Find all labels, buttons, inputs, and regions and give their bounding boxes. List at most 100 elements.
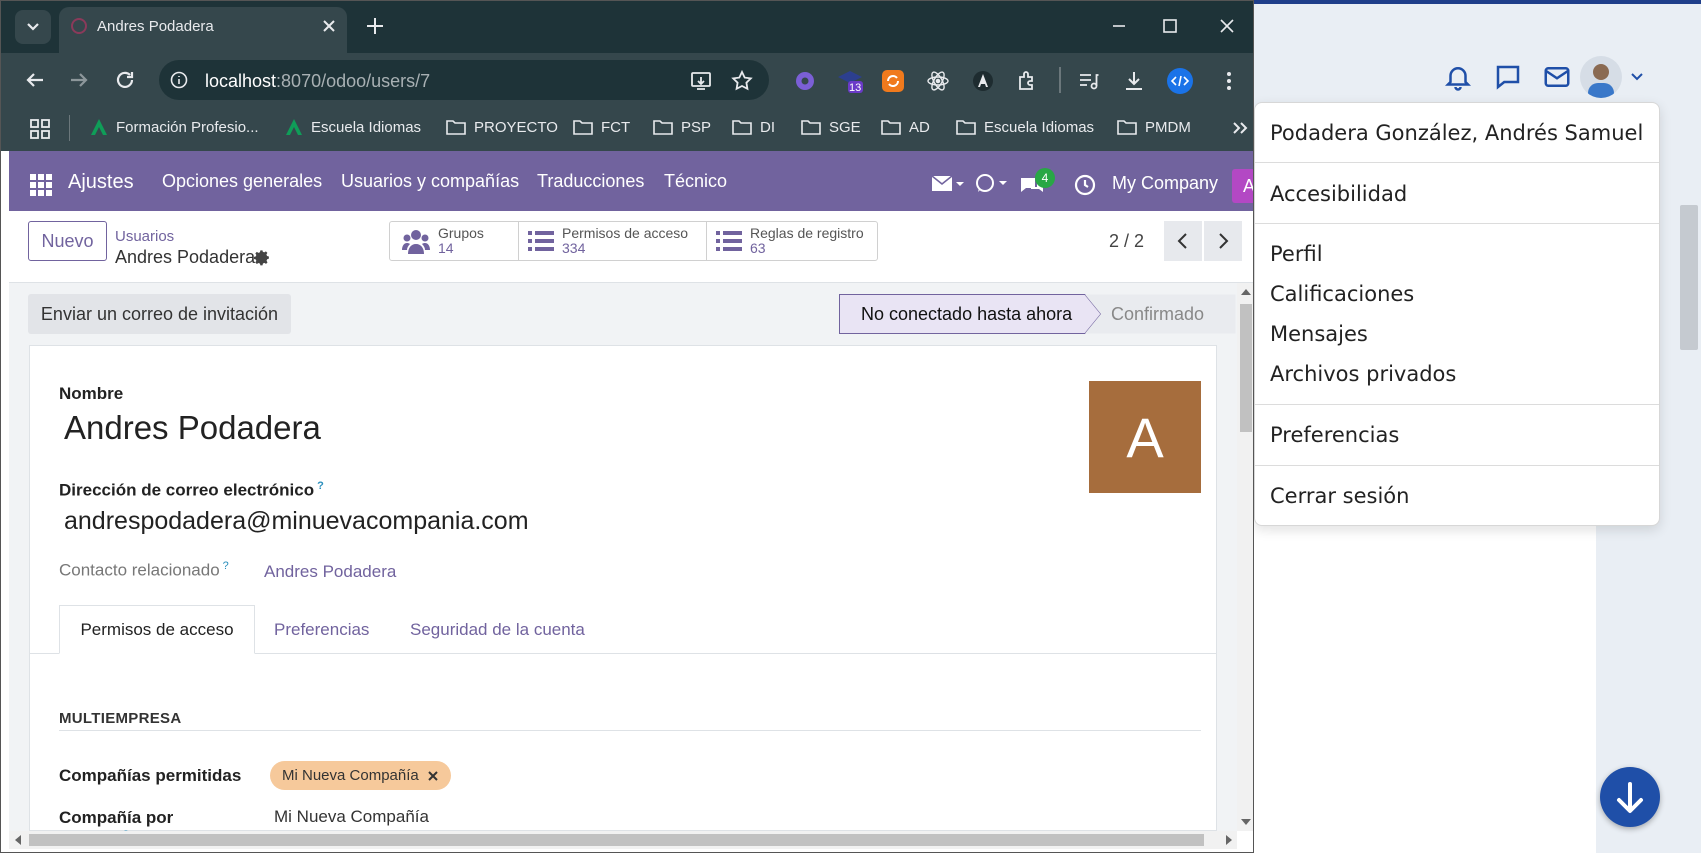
menu-technical[interactable]: Técnico	[664, 171, 727, 192]
scroll-left-icon[interactable]	[15, 835, 21, 845]
react-extension-icon[interactable]	[926, 69, 950, 93]
menu-general-settings[interactable]: Opciones generales	[162, 171, 322, 192]
record-gear-icon[interactable]	[254, 249, 271, 266]
scroll-down-button[interactable]	[1600, 767, 1660, 827]
extensions-puzzle-icon[interactable]	[1015, 69, 1039, 93]
bookmark-item[interactable]: AD	[880, 118, 930, 136]
folder-icon	[653, 120, 673, 135]
tab-preferences[interactable]: Preferencias	[274, 620, 369, 640]
bookmark-item[interactable]: SGE	[800, 118, 861, 136]
breadcrumb-current: Andres Podadera	[115, 247, 256, 267]
bookmark-item[interactable]: Escuela Idiomas	[955, 118, 1094, 136]
media-queue-icon[interactable]	[1077, 69, 1101, 93]
email-label: Dirección de correo electrónico?	[59, 480, 324, 500]
sync-extension-icon[interactable]	[881, 69, 905, 93]
tab-search-button[interactable]	[15, 10, 51, 44]
back-arrow-icon[interactable]	[23, 68, 47, 92]
bookmark-item[interactable]: FCT	[572, 118, 630, 136]
site-info-icon[interactable]	[169, 70, 189, 90]
related-contact-link[interactable]: Andres Podadera	[264, 562, 396, 582]
company-switcher[interactable]: My Company	[1112, 173, 1218, 194]
status-current[interactable]: No conectado hasta ahora	[861, 304, 1072, 325]
code-extension-icon[interactable]	[1166, 67, 1194, 95]
pager-previous-button[interactable]	[1164, 221, 1202, 261]
menu-item-accessibility[interactable]: Accesibilidad	[1270, 182, 1407, 206]
forward-arrow-icon[interactable]	[67, 68, 91, 92]
menu-item-profile[interactable]: Perfil	[1270, 242, 1323, 266]
install-app-icon[interactable]	[689, 69, 713, 93]
menu-item-logout[interactable]: Cerrar sesión	[1270, 484, 1409, 508]
remove-tag-icon[interactable]	[427, 770, 439, 782]
whatsapp-icon[interactable]	[975, 173, 1009, 193]
angular-extension-icon[interactable]	[971, 69, 995, 93]
name-label: Nombre	[59, 384, 124, 403]
smart-button-groups[interactable]: Grupos 14	[390, 222, 519, 260]
scroll-down-icon[interactable]	[1241, 819, 1251, 825]
new-tab-icon[interactable]	[363, 14, 387, 38]
green-a-icon	[286, 119, 302, 135]
envelope-icon[interactable]	[932, 175, 966, 193]
bookmark-item[interactable]: Formación Profesio...	[89, 118, 259, 136]
allowed-companies-label: Compañías permitidas	[59, 766, 242, 785]
tab-account-security[interactable]: Seguridad de la cuenta	[410, 620, 585, 640]
name-field[interactable]: Andres Podadera	[64, 409, 321, 447]
chevron-double-right-icon[interactable]	[1231, 118, 1249, 138]
bookmark-item[interactable]: Escuela Idiomas	[284, 118, 421, 136]
email-field[interactable]: andrespodadera@minuevacompania.com	[64, 507, 529, 536]
send-invitation-button[interactable]: Enviar un correo de invitación	[28, 294, 291, 334]
mail-icon[interactable]	[1542, 62, 1572, 92]
window-close-icon[interactable]	[1215, 14, 1239, 38]
chat-count-badge: 4	[1035, 168, 1055, 188]
bookmark-label: FCT	[601, 118, 631, 136]
menu-item-messages[interactable]: Mensajes	[1270, 322, 1368, 346]
folder-icon	[881, 120, 901, 135]
company-tag: Mi Nueva Compañía	[270, 761, 451, 790]
chevron-down-icon[interactable]	[1630, 70, 1644, 84]
breadcrumb-parent[interactable]: Usuarios	[115, 228, 174, 245]
menu-item-ratings[interactable]: Calificaciones	[1270, 282, 1414, 306]
scroll-right-icon[interactable]	[1226, 835, 1232, 845]
new-button[interactable]: Nuevo	[28, 221, 107, 261]
related-contact-label: Contacto relacionado?	[59, 560, 229, 580]
minimize-icon[interactable]	[1107, 14, 1131, 38]
menu-item-private-files[interactable]: Archivos privados	[1270, 362, 1456, 386]
gear-extension-icon[interactable]	[793, 69, 817, 93]
horizontal-scrollbar-thumb[interactable]	[29, 834, 1204, 846]
pager-value[interactable]: 2 / 2	[1109, 231, 1144, 252]
app-name[interactable]: Ajustes	[68, 171, 134, 194]
scroll-up-icon[interactable]	[1241, 289, 1251, 295]
default-company-field[interactable]: Mi Nueva Compañía	[274, 807, 429, 827]
bookmark-star-icon[interactable]	[730, 69, 754, 93]
profile-avatar[interactable]	[1580, 56, 1622, 98]
url-path: :8070/odoo/users/7	[276, 71, 431, 91]
background-scrollbar[interactable]	[1680, 205, 1698, 350]
reload-icon[interactable]	[113, 68, 137, 92]
folder-icon	[1117, 120, 1137, 135]
pager-next-button[interactable]	[1204, 221, 1242, 261]
tab-access-rights[interactable]: Permisos de acceso	[59, 605, 255, 654]
smart-button-access-rights[interactable]: Permisos de acceso 334	[519, 222, 707, 260]
bookmark-item[interactable]: PSP	[652, 118, 711, 136]
smart-button-record-rules[interactable]: Reglas de registro 63	[707, 222, 877, 260]
app-menu-grid-icon[interactable]	[30, 174, 52, 196]
more-vert-icon[interactable]	[1217, 69, 1241, 93]
menu-item-preferences[interactable]: Preferencias	[1270, 423, 1399, 447]
navbar-user-avatar[interactable]: A	[1232, 169, 1253, 203]
menu-translations[interactable]: Traducciones	[537, 171, 644, 192]
bookmark-item[interactable]: PMDM	[1116, 118, 1191, 136]
bookmark-item[interactable]: PROYECTO	[445, 118, 558, 136]
tab-close-icon[interactable]	[319, 16, 339, 36]
bookmark-item[interactable]: DI	[731, 118, 775, 136]
download-icon[interactable]	[1122, 69, 1146, 93]
bell-icon[interactable]	[1443, 62, 1473, 92]
apps-grid-icon[interactable]	[29, 118, 51, 140]
status-next[interactable]: Confirmado	[1111, 304, 1204, 325]
vertical-scrollbar-thumb[interactable]	[1240, 304, 1252, 432]
clock-activity-icon[interactable]	[1074, 174, 1096, 196]
maximize-icon[interactable]	[1158, 14, 1182, 38]
bookmark-label: Formación Profesio...	[116, 118, 259, 136]
user-avatar-image[interactable]: A	[1089, 381, 1201, 493]
url-text[interactable]: localhost:8070/odoo/users/7	[205, 71, 430, 92]
chat-bubble-icon[interactable]	[1493, 62, 1523, 92]
menu-users-companies[interactable]: Usuarios y compañías	[341, 171, 519, 192]
